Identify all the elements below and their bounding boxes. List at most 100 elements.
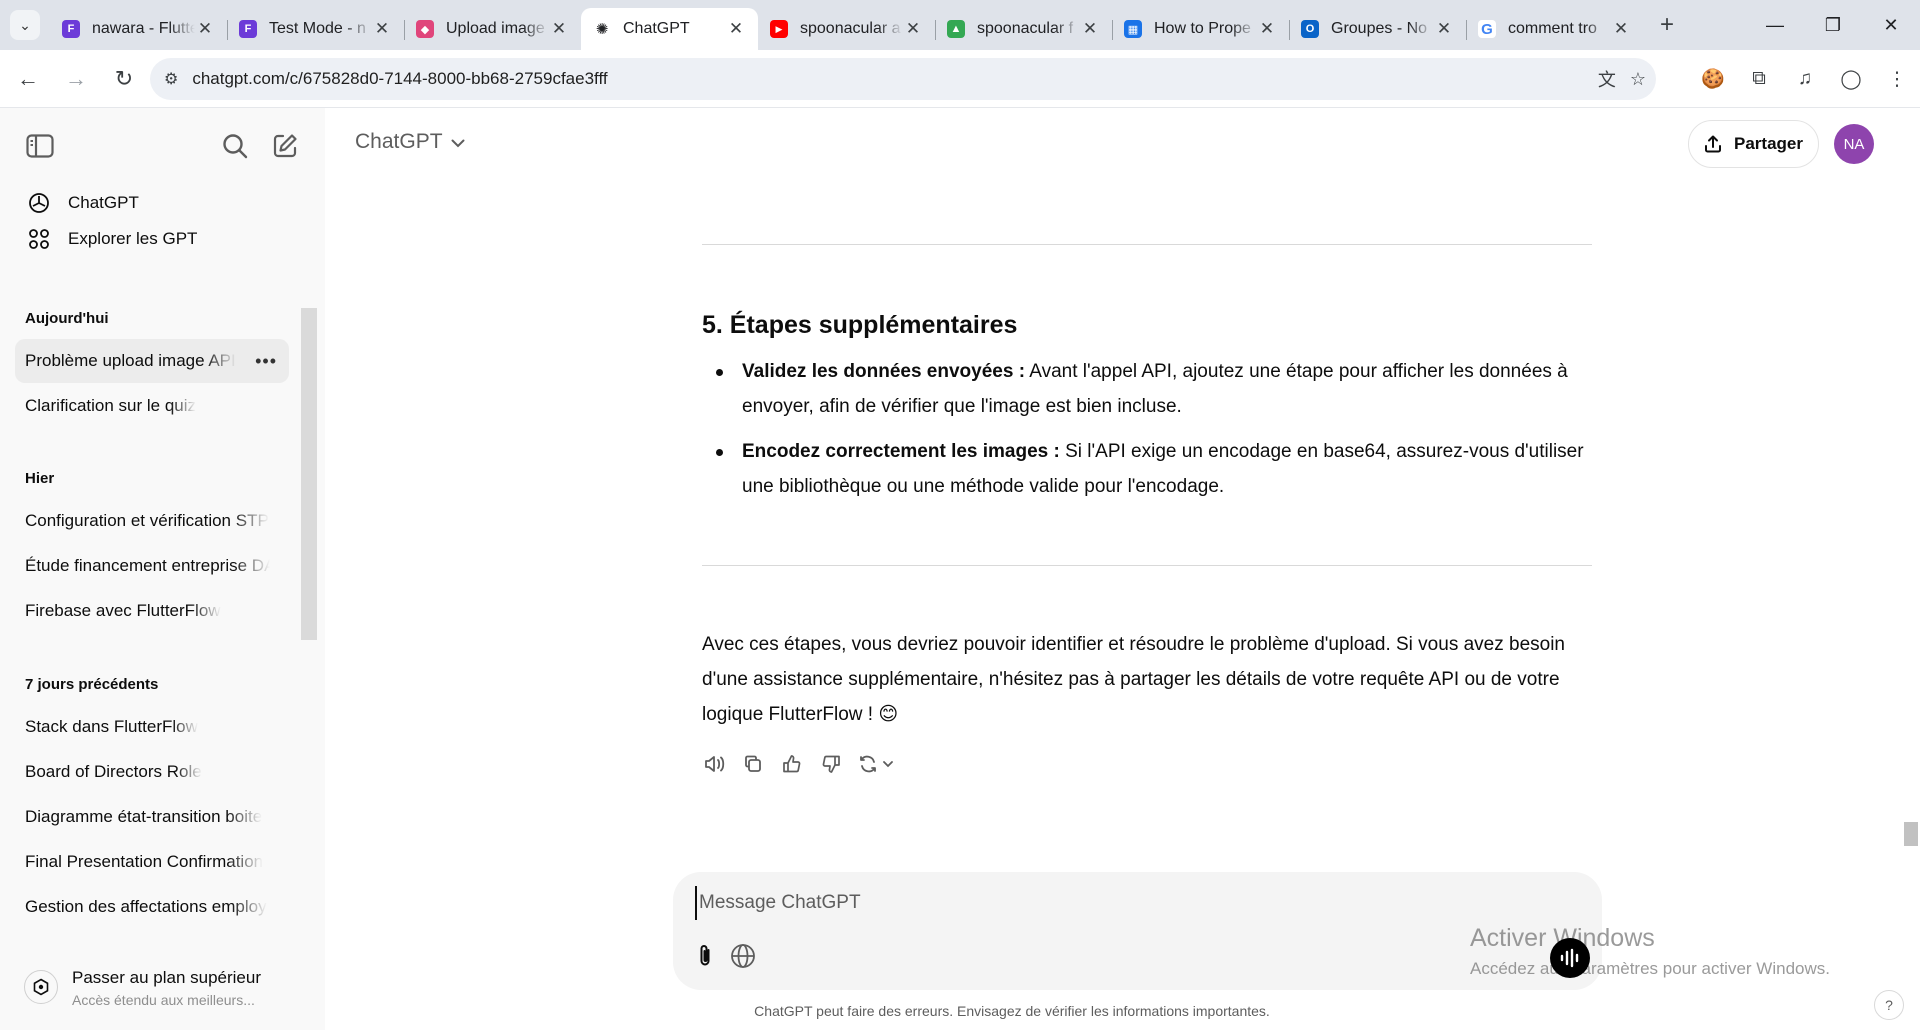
browser-tab[interactable]: G comment tro ✕ (1466, 8, 1643, 50)
close-window-icon[interactable]: ✕ (1862, 0, 1920, 50)
read-aloud-icon[interactable] (702, 752, 726, 776)
close-tab-icon[interactable]: ✕ (549, 19, 569, 39)
conversation-title: Clarification sur le quiz (25, 396, 197, 415)
closing-paragraph: Avec ces étapes, vous devriez pouvoir id… (702, 634, 1565, 725)
translate-icon[interactable]: 文 (1598, 66, 1616, 92)
restore-window-icon[interactable]: ❐ (1804, 0, 1862, 50)
tab-search-button[interactable]: ⌄ (0, 0, 50, 50)
share-upload-icon (1705, 135, 1721, 153)
avatar[interactable]: NA (1834, 124, 1874, 164)
new-tab-button[interactable]: + (1649, 7, 1685, 43)
close-tab-icon[interactable]: ✕ (1434, 19, 1454, 39)
sidebar-link-label: Explorer les GPT (68, 229, 198, 248)
bookmark-star-icon[interactable]: ☆ (1630, 69, 1646, 90)
list-item: Encodez correctement les images : Si l'A… (702, 434, 1592, 504)
conversation-item[interactable]: Clarification sur le quiz (15, 384, 289, 428)
upgrade-plan-button[interactable]: Passer au plan supérieur Accès étendu au… (24, 968, 261, 1008)
browser-tab[interactable]: ▦ How to Prope ✕ (1112, 8, 1290, 50)
youtube-favicon-icon: ▶ (770, 20, 788, 38)
close-tab-icon[interactable]: ✕ (903, 19, 923, 39)
conversation-item[interactable]: Diagramme état-transition boite (15, 795, 289, 839)
tab-title: spoonacular a (800, 20, 901, 37)
browser-tab-active[interactable]: ✺ ChatGPT ✕ (581, 8, 758, 50)
help-button[interactable]: ? (1874, 990, 1904, 1020)
search-icon[interactable] (219, 130, 251, 162)
watermark-title: Activer Windows (1470, 924, 1655, 952)
sidebar-scrollbar[interactable] (300, 200, 318, 640)
browser-tab[interactable]: F nawara - Flutte ✕ (50, 8, 228, 50)
bullet-bold: Encodez correctement les images : (742, 441, 1060, 462)
sidebar-link-label: ChatGPT (68, 193, 139, 212)
tab-title: ChatGPT (623, 20, 690, 37)
new-chat-icon[interactable] (269, 130, 301, 162)
disclaimer-text: ChatGPT peut faire des erreurs. Envisage… (0, 1003, 1920, 1019)
flutterflow-favicon-icon: F (239, 20, 257, 38)
voice-mode-button[interactable] (1550, 938, 1590, 978)
watermark-subtitle: Accédez aux paramètres pour activer Wind… (1470, 959, 1830, 978)
conversation-item-active[interactable]: Problème upload image API ••• (15, 339, 289, 383)
tab-title: comment tro (1508, 20, 1597, 37)
web-search-globe-icon[interactable] (727, 940, 759, 972)
regenerate-icon[interactable] (858, 752, 896, 776)
media-controls-icon[interactable]: ♫ (1782, 50, 1828, 108)
reload-icon[interactable]: ↻ (104, 59, 144, 99)
forward-arrow-icon[interactable]: → (56, 59, 96, 99)
scrollbar-thumb[interactable] (301, 308, 317, 640)
message-actions (702, 752, 896, 776)
share-button[interactable]: Partager (1688, 120, 1819, 168)
attach-paperclip-icon[interactable] (689, 940, 721, 972)
windows-activation-watermark: Activer Windows Accédez aux paramètres p… (1470, 924, 1830, 979)
more-options-icon[interactable]: ••• (255, 351, 277, 372)
minimize-window-icon[interactable]: — (1746, 0, 1804, 50)
model-selector[interactable]: ChatGPT (355, 130, 465, 154)
conversation-title: Firebase avec FlutterFlow (25, 601, 221, 620)
conversation-item[interactable]: Firebase avec FlutterFlow (15, 589, 289, 633)
section-heading: 5. Étapes supplémentaires (702, 311, 1018, 339)
close-tab-icon[interactable]: ✕ (1080, 19, 1100, 39)
close-tab-icon[interactable]: ✕ (1257, 19, 1277, 39)
message-input[interactable] (695, 886, 1395, 920)
address-bar[interactable]: ⚙ chatgpt.com/c/675828d0-7144-8000-bb68-… (150, 58, 1656, 100)
url-text[interactable]: chatgpt.com/c/675828d0-7144-8000-bb68-27… (192, 69, 607, 89)
toggle-sidebar-icon[interactable] (24, 130, 56, 162)
thumbs-up-icon[interactable] (780, 752, 804, 776)
main-scrollbar[interactable] (1902, 108, 1920, 868)
sidebar-link-explore-gpts[interactable]: Explorer les GPT (26, 226, 197, 252)
scrollbar-thumb[interactable] (1904, 822, 1918, 846)
browser-menu-icon[interactable]: ⋮ (1874, 50, 1920, 108)
conversation-item[interactable]: Final Presentation Confirmation (15, 840, 289, 884)
cookie-extension-icon[interactable]: 🍪 (1690, 50, 1736, 108)
conversation-item[interactable]: Étude financement entreprise DA (15, 544, 289, 588)
thumbs-down-icon[interactable] (819, 752, 843, 776)
conversation-item[interactable]: Board of Directors Role (15, 750, 289, 794)
browser-tab-strip: ⌄ F nawara - Flutte ✕ F Test Mode - n ✕ … (0, 0, 1920, 50)
conversation-item[interactable]: Stack dans FlutterFlow (15, 705, 289, 749)
close-tab-icon[interactable]: ✕ (726, 19, 746, 39)
profile-icon[interactable]: ◯ (1828, 50, 1874, 108)
browser-tab[interactable]: ▲ spoonacular f ✕ (935, 8, 1113, 50)
browser-tab[interactable]: O Groupes - No ✕ (1289, 8, 1467, 50)
share-label: Partager (1734, 134, 1803, 153)
browser-tab[interactable]: F Test Mode - n ✕ (227, 8, 405, 50)
sidebar-link-chatgpt[interactable]: ChatGPT (26, 190, 139, 216)
message-composer (673, 872, 1602, 990)
back-arrow-icon[interactable]: ← (8, 59, 48, 99)
close-tab-icon[interactable]: ✕ (1611, 19, 1631, 39)
conversation-item[interactable]: Configuration et vérification STP (15, 499, 289, 543)
voice-waveform-icon (1560, 948, 1579, 968)
gemini-favicon-icon: ◆ (416, 20, 434, 38)
browser-tab[interactable]: ▶ spoonacular a ✕ (758, 8, 936, 50)
conversation-item[interactable]: Gestion des affectations employ (15, 885, 289, 929)
copy-icon[interactable] (741, 752, 765, 776)
close-tab-icon[interactable]: ✕ (372, 19, 392, 39)
extensions-puzzle-icon[interactable]: ⧉ (1736, 50, 1782, 108)
site-settings-icon[interactable]: ⚙ (164, 69, 178, 89)
model-name: ChatGPT (355, 130, 443, 153)
tab-title: Groupes - No (1331, 20, 1428, 37)
conversation-title: Board of Directors Role (25, 762, 202, 781)
close-tab-icon[interactable]: ✕ (195, 19, 215, 39)
conversation-title: Configuration et vérification STP (25, 511, 269, 530)
conversation-title: Final Presentation Confirmation (25, 852, 264, 871)
conversation-title: Problème upload image API (25, 351, 236, 370)
browser-tab[interactable]: ◆ Upload image ✕ (404, 8, 581, 50)
